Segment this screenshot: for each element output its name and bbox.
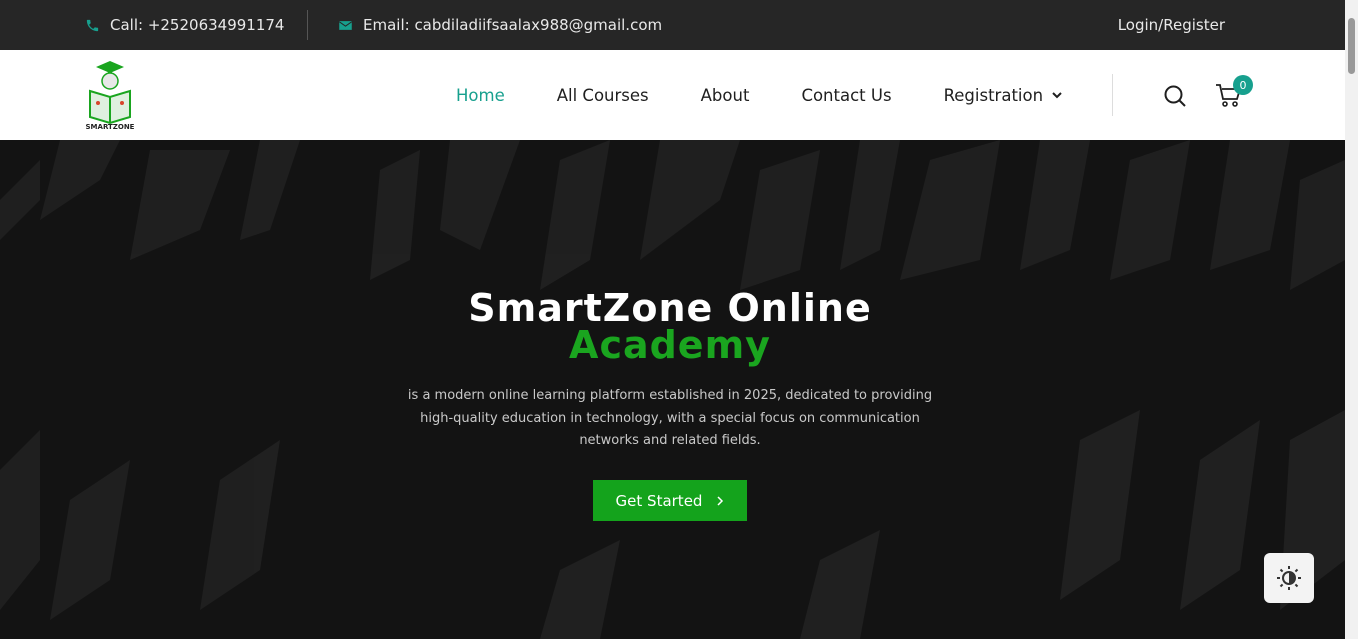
- nav-home-label: Home: [456, 85, 505, 105]
- chevron-down-icon: [1052, 92, 1062, 99]
- main-nav: Home All Courses About Contact Us Regist…: [456, 50, 1063, 140]
- search-icon[interactable]: [1163, 84, 1187, 108]
- get-started-button[interactable]: Get Started: [593, 480, 747, 521]
- top-info-bar: Call: +2520634991174 Email: cabdiladiifs…: [0, 0, 1345, 50]
- hero-title-line1: SmartZone Online: [468, 286, 872, 330]
- call-info[interactable]: Call: +2520634991174: [85, 0, 284, 50]
- nav-all-courses-label: All Courses: [556, 85, 649, 105]
- page-scrollbar[interactable]: [1345, 0, 1358, 639]
- nav-about[interactable]: About: [701, 86, 750, 105]
- email-info[interactable]: Email: cabdiladiifsaalax988@gmail.com: [338, 0, 662, 50]
- nav-contact-us-label: Contact Us: [801, 85, 892, 105]
- hero-description: is a modern online learning platform est…: [407, 388, 933, 448]
- nav-registration[interactable]: Registration: [944, 86, 1064, 105]
- nav-all-courses[interactable]: All Courses: [557, 86, 649, 105]
- hero-section: SmartZone Online Academy is a modern onl…: [0, 140, 1345, 639]
- login-register-link[interactable]: Login/Register: [1118, 0, 1225, 50]
- scrollbar-thumb[interactable]: [1348, 18, 1355, 74]
- nav-about-label: About: [700, 85, 750, 105]
- nav-registration-label: Registration: [943, 85, 1044, 105]
- login-register-label: Login/Register: [1117, 16, 1225, 34]
- chevron-right-icon: [717, 495, 724, 506]
- logo-text: SMARTZONE: [86, 123, 135, 131]
- envelope-icon: [339, 20, 352, 30]
- nav-home[interactable]: Home: [456, 86, 505, 105]
- email-text: Email: cabdiladiifsaalax988@gmail.com: [363, 16, 663, 34]
- get-started-label: Get Started: [615, 491, 703, 510]
- hero-title-line2: Academy: [569, 323, 771, 367]
- site-logo[interactable]: SMARTZONE: [84, 59, 136, 133]
- topbar-divider: [307, 10, 308, 40]
- phone-icon: [86, 19, 99, 31]
- nav-contact-us[interactable]: Contact Us: [801, 86, 891, 105]
- call-text: Call: +2520634991174: [110, 16, 285, 34]
- theme-toggle-icon: [1277, 566, 1301, 590]
- theme-toggle-button[interactable]: [1264, 553, 1314, 603]
- main-header: SMARTZONE Home All Courses About Contact…: [0, 50, 1345, 140]
- logo-image: SMARTZONE: [86, 61, 135, 131]
- cart-count-badge: 0: [1233, 75, 1253, 95]
- header-divider: [1112, 74, 1113, 116]
